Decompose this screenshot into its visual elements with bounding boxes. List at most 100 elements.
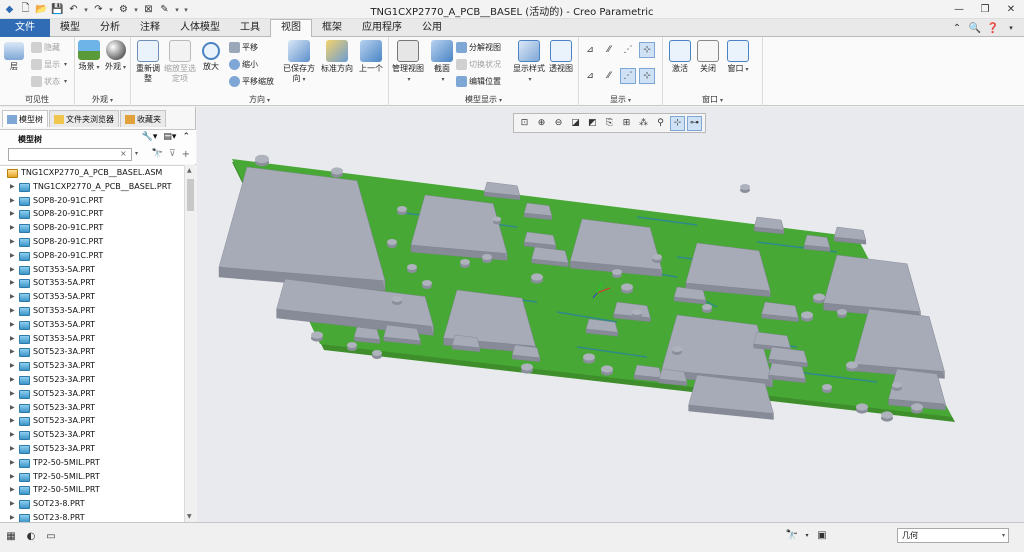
section-button[interactable]: 截面 ▾ (431, 40, 453, 85)
tree-scrollbar[interactable]: ▲ ▼ (184, 165, 196, 522)
zoom-selected-button[interactable]: 缩放至选 定项 (164, 40, 196, 84)
redo-dropdown-icon[interactable]: ▾ (107, 2, 115, 17)
collapse-ribbon-icon[interactable]: ⌃ (950, 21, 964, 35)
tree-item[interactable]: ▶ SOT353-5A.PRT (0, 318, 184, 332)
annotation-icon[interactable]: ⚲ (653, 116, 668, 131)
tab-view[interactable]: 视图 (270, 19, 312, 38)
saved-orientations-icon[interactable]: ⎘ (602, 116, 617, 131)
customize-qat-icon[interactable]: ▾ (182, 2, 190, 17)
tab-file[interactable]: 文件 (0, 19, 50, 37)
clear-search-icon[interactable]: × (120, 149, 127, 158)
tab-folder-browser[interactable]: 文件夹浏览器 (49, 110, 119, 127)
windows-icon[interactable]: ⊠ (141, 2, 156, 17)
pan-button[interactable]: 平移 (229, 40, 258, 54)
help-dropdown-icon[interactable]: ▾ (1004, 21, 1018, 35)
tree-item[interactable]: ▶ SOP8-20-91C.PRT (0, 207, 184, 221)
point-tags-icon[interactable]: ⋰ (620, 68, 636, 84)
csys-tags-icon[interactable]: ⊹ (639, 68, 655, 84)
tree-item[interactable]: ▶ SOT353-5A.PRT (0, 304, 184, 318)
tree-item[interactable]: ▶ SOP8-20-91C.PRT (0, 235, 184, 249)
search-dropdown-icon[interactable]: ▾ (135, 150, 138, 157)
tab-tools[interactable]: 工具 (230, 19, 270, 37)
manage-views-button[interactable]: 管理视图 ▾ (392, 40, 424, 85)
app-logo-icon[interactable]: ◆ (2, 2, 17, 17)
filter-icon[interactable]: ⊽ (169, 149, 176, 160)
find-dropdown-icon[interactable]: ▾ (803, 528, 811, 542)
tree-item[interactable]: ▶ SOT523-3A.PRT (0, 373, 184, 387)
pan-zoom-button[interactable]: 平移缩放 (229, 74, 274, 88)
section-icon-small[interactable]: ⊞ (619, 116, 634, 131)
tree-item[interactable]: ▶ SOT23-8.PRT (0, 511, 184, 522)
expand-arrow-icon[interactable]: ▶ (10, 428, 15, 442)
redo-icon[interactable]: ↷ (91, 2, 106, 17)
csys-display-icon[interactable]: ⊶ (687, 115, 702, 131)
expand-arrow-icon[interactable]: ▶ (10, 290, 15, 304)
tree-item[interactable]: ▶ TP2-50-5MIL.PRT (0, 456, 184, 470)
minimize-icon[interactable]: — (946, 0, 972, 18)
tab-model[interactable]: 模型 (50, 19, 90, 37)
coordinate-systems-icon[interactable]: ⊹ (639, 42, 655, 58)
expand-arrow-icon[interactable]: ▶ (10, 332, 15, 346)
display-style-icon-small[interactable]: ◩ (585, 116, 600, 131)
activate-button[interactable]: 激活 (669, 40, 691, 74)
previous-view-button[interactable]: 上一个 (359, 40, 383, 74)
collapse-panel-icon[interactable]: ⌃ (182, 132, 190, 142)
tab-favorites[interactable]: 收藏夹 (120, 110, 166, 127)
scroll-down-icon[interactable]: ▼ (187, 513, 192, 520)
expand-arrow-icon[interactable]: ▶ (10, 483, 15, 497)
expand-arrow-icon[interactable]: ▶ (10, 180, 15, 194)
expand-arrow-icon[interactable]: ▶ (10, 511, 15, 522)
command-search-icon[interactable]: 🔍 (968, 21, 982, 35)
expand-arrow-icon[interactable]: ▶ (10, 387, 15, 401)
expand-arrow-icon[interactable]: ▶ (10, 249, 15, 263)
saved-views-button[interactable]: 已保存方向 ▾ (282, 40, 316, 85)
filter-dropdown-icon[interactable]: ▾ (1002, 529, 1005, 542)
tree-search-input[interactable] (8, 148, 132, 161)
status-button[interactable]: 状态 ▾ (31, 74, 67, 88)
full-screen-icon[interactable]: ▭ (44, 529, 58, 543)
display-style-button[interactable]: 显示样式 ▾ (513, 40, 545, 85)
scene-button[interactable]: 场景 ▾ (78, 40, 100, 73)
settings-icon[interactable]: 🔧▾ (142, 132, 158, 142)
close-icon[interactable]: ✕ (998, 0, 1024, 18)
save-icon[interactable]: 💾 (50, 2, 65, 17)
expand-arrow-icon[interactable]: ▶ (10, 442, 15, 456)
expand-arrow-icon[interactable]: ▶ (10, 401, 15, 415)
datum-points-icon[interactable]: ⋰ (620, 42, 636, 58)
tree-item[interactable]: ▶ SOT523-3A.PRT (0, 345, 184, 359)
tree-item[interactable]: ▶ TP2-50-5MIL.PRT (0, 483, 184, 497)
tab-manikin[interactable]: 人体模型 (170, 19, 230, 37)
tree-item[interactable]: ▶ SOT523-3A.PRT (0, 401, 184, 415)
expand-arrow-icon[interactable]: ▶ (10, 304, 15, 318)
tab-applications[interactable]: 应用程序 (352, 19, 412, 37)
expand-arrow-icon[interactable]: ▶ (10, 235, 15, 249)
standard-orientation-button[interactable]: 标准方向 (321, 40, 353, 74)
navigator-toggle-icon[interactable]: ▦ (4, 529, 18, 543)
graphics-window[interactable]: ⊡ ⊕ ⊖ ◪ ◩ ⎘ ⊞ ⁂ ⚲ ⊹ ⊶ (197, 107, 1024, 522)
tree-item[interactable]: ▶ SOP8-20-91C.PRT (0, 194, 184, 208)
selection-buffer-icon[interactable]: ▣ (815, 528, 829, 542)
tree-item[interactable]: ▶ SOT523-3A.PRT (0, 359, 184, 373)
tree-item[interactable]: ▶ SOT523-3A.PRT (0, 414, 184, 428)
refit-icon-small[interactable]: ⊡ (517, 116, 532, 131)
undo-icon[interactable]: ↶ (66, 2, 81, 17)
appearance-button[interactable]: 外观 ▾ (105, 40, 126, 73)
maximize-icon[interactable]: ❐ (972, 0, 998, 18)
close-dropdown-icon[interactable]: ▾ (173, 2, 181, 17)
expand-arrow-icon[interactable]: ▶ (10, 207, 15, 221)
tree-item[interactable]: ▶ SOT523-3A.PRT (0, 428, 184, 442)
datum-axes-icon[interactable]: ⁄⁄ (601, 42, 617, 58)
binoculars-icon[interactable]: 🔭 (152, 149, 163, 160)
perspective-button[interactable]: 透视图 (549, 40, 573, 74)
hide-button[interactable]: 隐藏 (31, 40, 60, 54)
spin-center-icon[interactable]: ⁄⁄ (601, 68, 617, 84)
annotation-display-icon[interactable]: ⊿ (582, 68, 598, 84)
expand-arrow-icon[interactable]: ▶ (10, 470, 15, 484)
tab-common[interactable]: 公用 (412, 19, 452, 37)
regenerate-dropdown-icon[interactable]: ▾ (132, 2, 140, 17)
tree-item[interactable]: ▶ SOT523-3A.PRT (0, 387, 184, 401)
expand-arrow-icon[interactable]: ▶ (10, 456, 15, 470)
zoom-out-button[interactable]: 缩小 (229, 57, 258, 71)
zoom-in-icon-small[interactable]: ⊕ (534, 116, 549, 131)
close-window-icon[interactable]: ✎ (157, 2, 172, 17)
